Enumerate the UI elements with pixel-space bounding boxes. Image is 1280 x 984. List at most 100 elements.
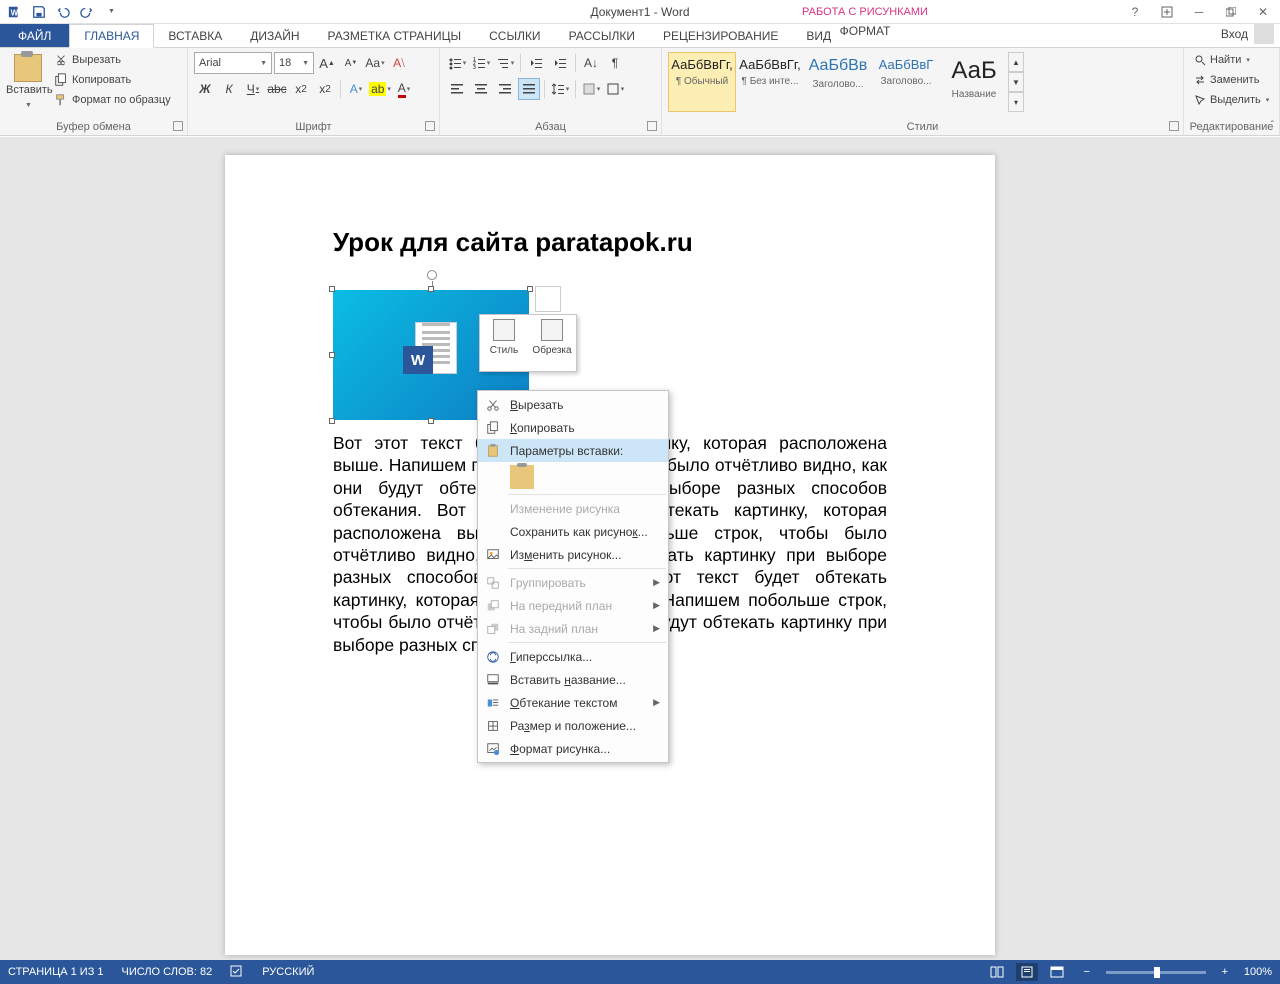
resize-handle-tl[interactable] (329, 286, 335, 292)
cm-insert-caption[interactable]: Вставить название... (478, 668, 668, 691)
cm-size-position[interactable]: Размер и положение... (478, 714, 668, 737)
zoom-out-icon[interactable]: − (1076, 963, 1098, 981)
cm-copy[interactable]: Копировать (478, 416, 668, 439)
sb-page[interactable]: СТРАНИЦА 1 ИЗ 1 (8, 966, 104, 978)
cut-button[interactable]: Вырезать (54, 50, 181, 70)
redo-icon[interactable] (76, 2, 98, 22)
tab-insert[interactable]: ВСТАВКА (154, 24, 236, 47)
borders-icon[interactable]: ▾ (604, 78, 626, 100)
cm-save-as-picture[interactable]: Сохранить как рисунок... (478, 520, 668, 543)
shrink-font-icon[interactable]: A▼ (340, 52, 362, 74)
paragraph-dialog-launcher[interactable] (647, 121, 657, 131)
cm-paste-keep-source[interactable] (510, 465, 534, 489)
help-icon[interactable]: ? (1122, 2, 1148, 22)
font-size-combo[interactable]: 18▼ (274, 52, 314, 74)
styles-scroll[interactable]: ▲▼▾ (1008, 52, 1024, 112)
resize-handle-b[interactable] (428, 418, 434, 424)
sb-word-count[interactable]: ЧИСЛО СЛОВ: 82 (122, 966, 213, 978)
grow-font-icon[interactable]: A▲ (316, 52, 338, 74)
multilevel-list-icon[interactable]: ▾ (494, 52, 516, 74)
style-no-spacing[interactable]: АаБбВвГг,¶ Без инте... (736, 52, 804, 112)
resize-handle-t[interactable] (428, 286, 434, 292)
cm-format-picture[interactable]: Формат рисунка... (478, 737, 668, 760)
mini-style-button[interactable]: Стиль (480, 315, 528, 371)
highlight-icon[interactable]: ab▾ (369, 78, 391, 100)
font-color-icon[interactable]: A▾ (393, 78, 415, 100)
find-button[interactable]: Найти▾ (1190, 50, 1273, 70)
clipboard-dialog-launcher[interactable] (173, 121, 183, 131)
qat-customize-icon[interactable]: ▼ (100, 2, 122, 22)
style-title[interactable]: АаБНазвание (940, 52, 1008, 112)
align-center-icon[interactable] (470, 78, 492, 100)
style-heading2[interactable]: АаБбВвГЗаголово... (872, 52, 940, 112)
text-effects-icon[interactable]: A▾ (345, 78, 367, 100)
change-case-icon[interactable]: Aa▾ (364, 52, 386, 74)
underline-button[interactable]: Ч▾ (242, 78, 264, 100)
font-dialog-launcher[interactable] (425, 121, 435, 131)
close-icon[interactable]: ✕ (1250, 2, 1276, 22)
tab-design[interactable]: ДИЗАЙН (236, 24, 313, 47)
cm-edit-picture[interactable]: Изменить рисунок... (478, 543, 668, 566)
zoom-slider[interactable] (1106, 971, 1206, 974)
sb-language[interactable]: РУССКИЙ (262, 966, 314, 978)
word-icon[interactable]: W (4, 2, 26, 22)
sort-icon[interactable]: A↓ (580, 52, 602, 74)
superscript-button[interactable]: x2 (314, 78, 336, 100)
cm-hyperlink[interactable]: Гиперссылка... (478, 645, 668, 668)
login-area[interactable]: Вход (1221, 24, 1274, 44)
italic-button[interactable]: К (218, 78, 240, 100)
styles-dialog-launcher[interactable] (1169, 121, 1179, 131)
font-name-combo[interactable]: Arial▼ (194, 52, 272, 74)
tab-mailings[interactable]: РАССЫЛКИ (555, 24, 649, 47)
tab-page-layout[interactable]: РАЗМЕТКА СТРАНИЦЫ (314, 24, 476, 47)
mini-crop-button[interactable]: Обрезка (528, 315, 576, 371)
select-button[interactable]: Выделить▾ (1190, 90, 1273, 110)
ribbon-display-icon[interactable] (1154, 2, 1180, 22)
collapse-ribbon-icon[interactable]: ˆ (1271, 120, 1274, 131)
save-icon[interactable] (28, 2, 50, 22)
zoom-in-icon[interactable]: + (1214, 963, 1236, 981)
shading-icon[interactable]: ▾ (580, 78, 602, 100)
zoom-level[interactable]: 100% (1244, 966, 1272, 978)
align-justify-icon[interactable] (518, 78, 540, 100)
svg-text:3: 3 (473, 65, 476, 70)
layout-options-button[interactable] (535, 286, 561, 312)
cm-cut[interactable]: Вырезать (478, 393, 668, 416)
align-left-icon[interactable] (446, 78, 468, 100)
ribbon-tabs: ФАЙЛ ГЛАВНАЯ ВСТАВКА ДИЗАЙН РАЗМЕТКА СТР… (0, 24, 1280, 48)
show-marks-icon[interactable]: ¶ (604, 52, 626, 74)
tab-review[interactable]: РЕЦЕНЗИРОВАНИЕ (649, 24, 792, 47)
resize-handle-l[interactable] (329, 352, 335, 358)
increase-indent-icon[interactable] (549, 52, 571, 74)
replace-button[interactable]: Заменить (1190, 70, 1273, 90)
align-right-icon[interactable] (494, 78, 516, 100)
view-web-icon[interactable] (1046, 963, 1068, 981)
strikethrough-button[interactable]: abc (266, 78, 288, 100)
minimize-icon[interactable]: ─ (1186, 2, 1212, 22)
numbering-icon[interactable]: 123▾ (470, 52, 492, 74)
bullets-icon[interactable]: ▾ (446, 52, 468, 74)
group-editing: Найти▾ Заменить Выделить▾ Редактирование (1184, 48, 1280, 135)
tab-home[interactable]: ГЛАВНАЯ (69, 24, 154, 48)
cm-wrap-text[interactable]: Обтекание текстом▶ (478, 691, 668, 714)
view-print-icon[interactable] (1016, 963, 1038, 981)
tab-format[interactable]: ФОРМАТ (800, 24, 930, 38)
maximize-icon[interactable] (1218, 2, 1244, 22)
style-normal[interactable]: АаБбВвГг,¶ Обычный (668, 52, 736, 112)
sb-proofing-icon[interactable] (230, 964, 244, 981)
line-spacing-icon[interactable]: ▾ (549, 78, 571, 100)
format-painter-button[interactable]: Формат по образцу (54, 90, 181, 110)
resize-handle-bl[interactable] (329, 418, 335, 424)
decrease-indent-icon[interactable] (525, 52, 547, 74)
tab-references[interactable]: ССЫЛКИ (475, 24, 554, 47)
bold-button[interactable]: Ж (194, 78, 216, 100)
undo-icon[interactable] (52, 2, 74, 22)
clear-formatting-icon[interactable]: A⧵ (388, 52, 410, 74)
view-read-icon[interactable] (986, 963, 1008, 981)
copy-button[interactable]: Копировать (54, 70, 181, 90)
subscript-button[interactable]: x2 (290, 78, 312, 100)
tab-file[interactable]: ФАЙЛ (0, 24, 69, 47)
resize-handle-tr[interactable] (527, 286, 533, 292)
rotate-handle[interactable] (427, 270, 437, 280)
style-heading1[interactable]: АаБбВвЗаголово... (804, 52, 872, 112)
